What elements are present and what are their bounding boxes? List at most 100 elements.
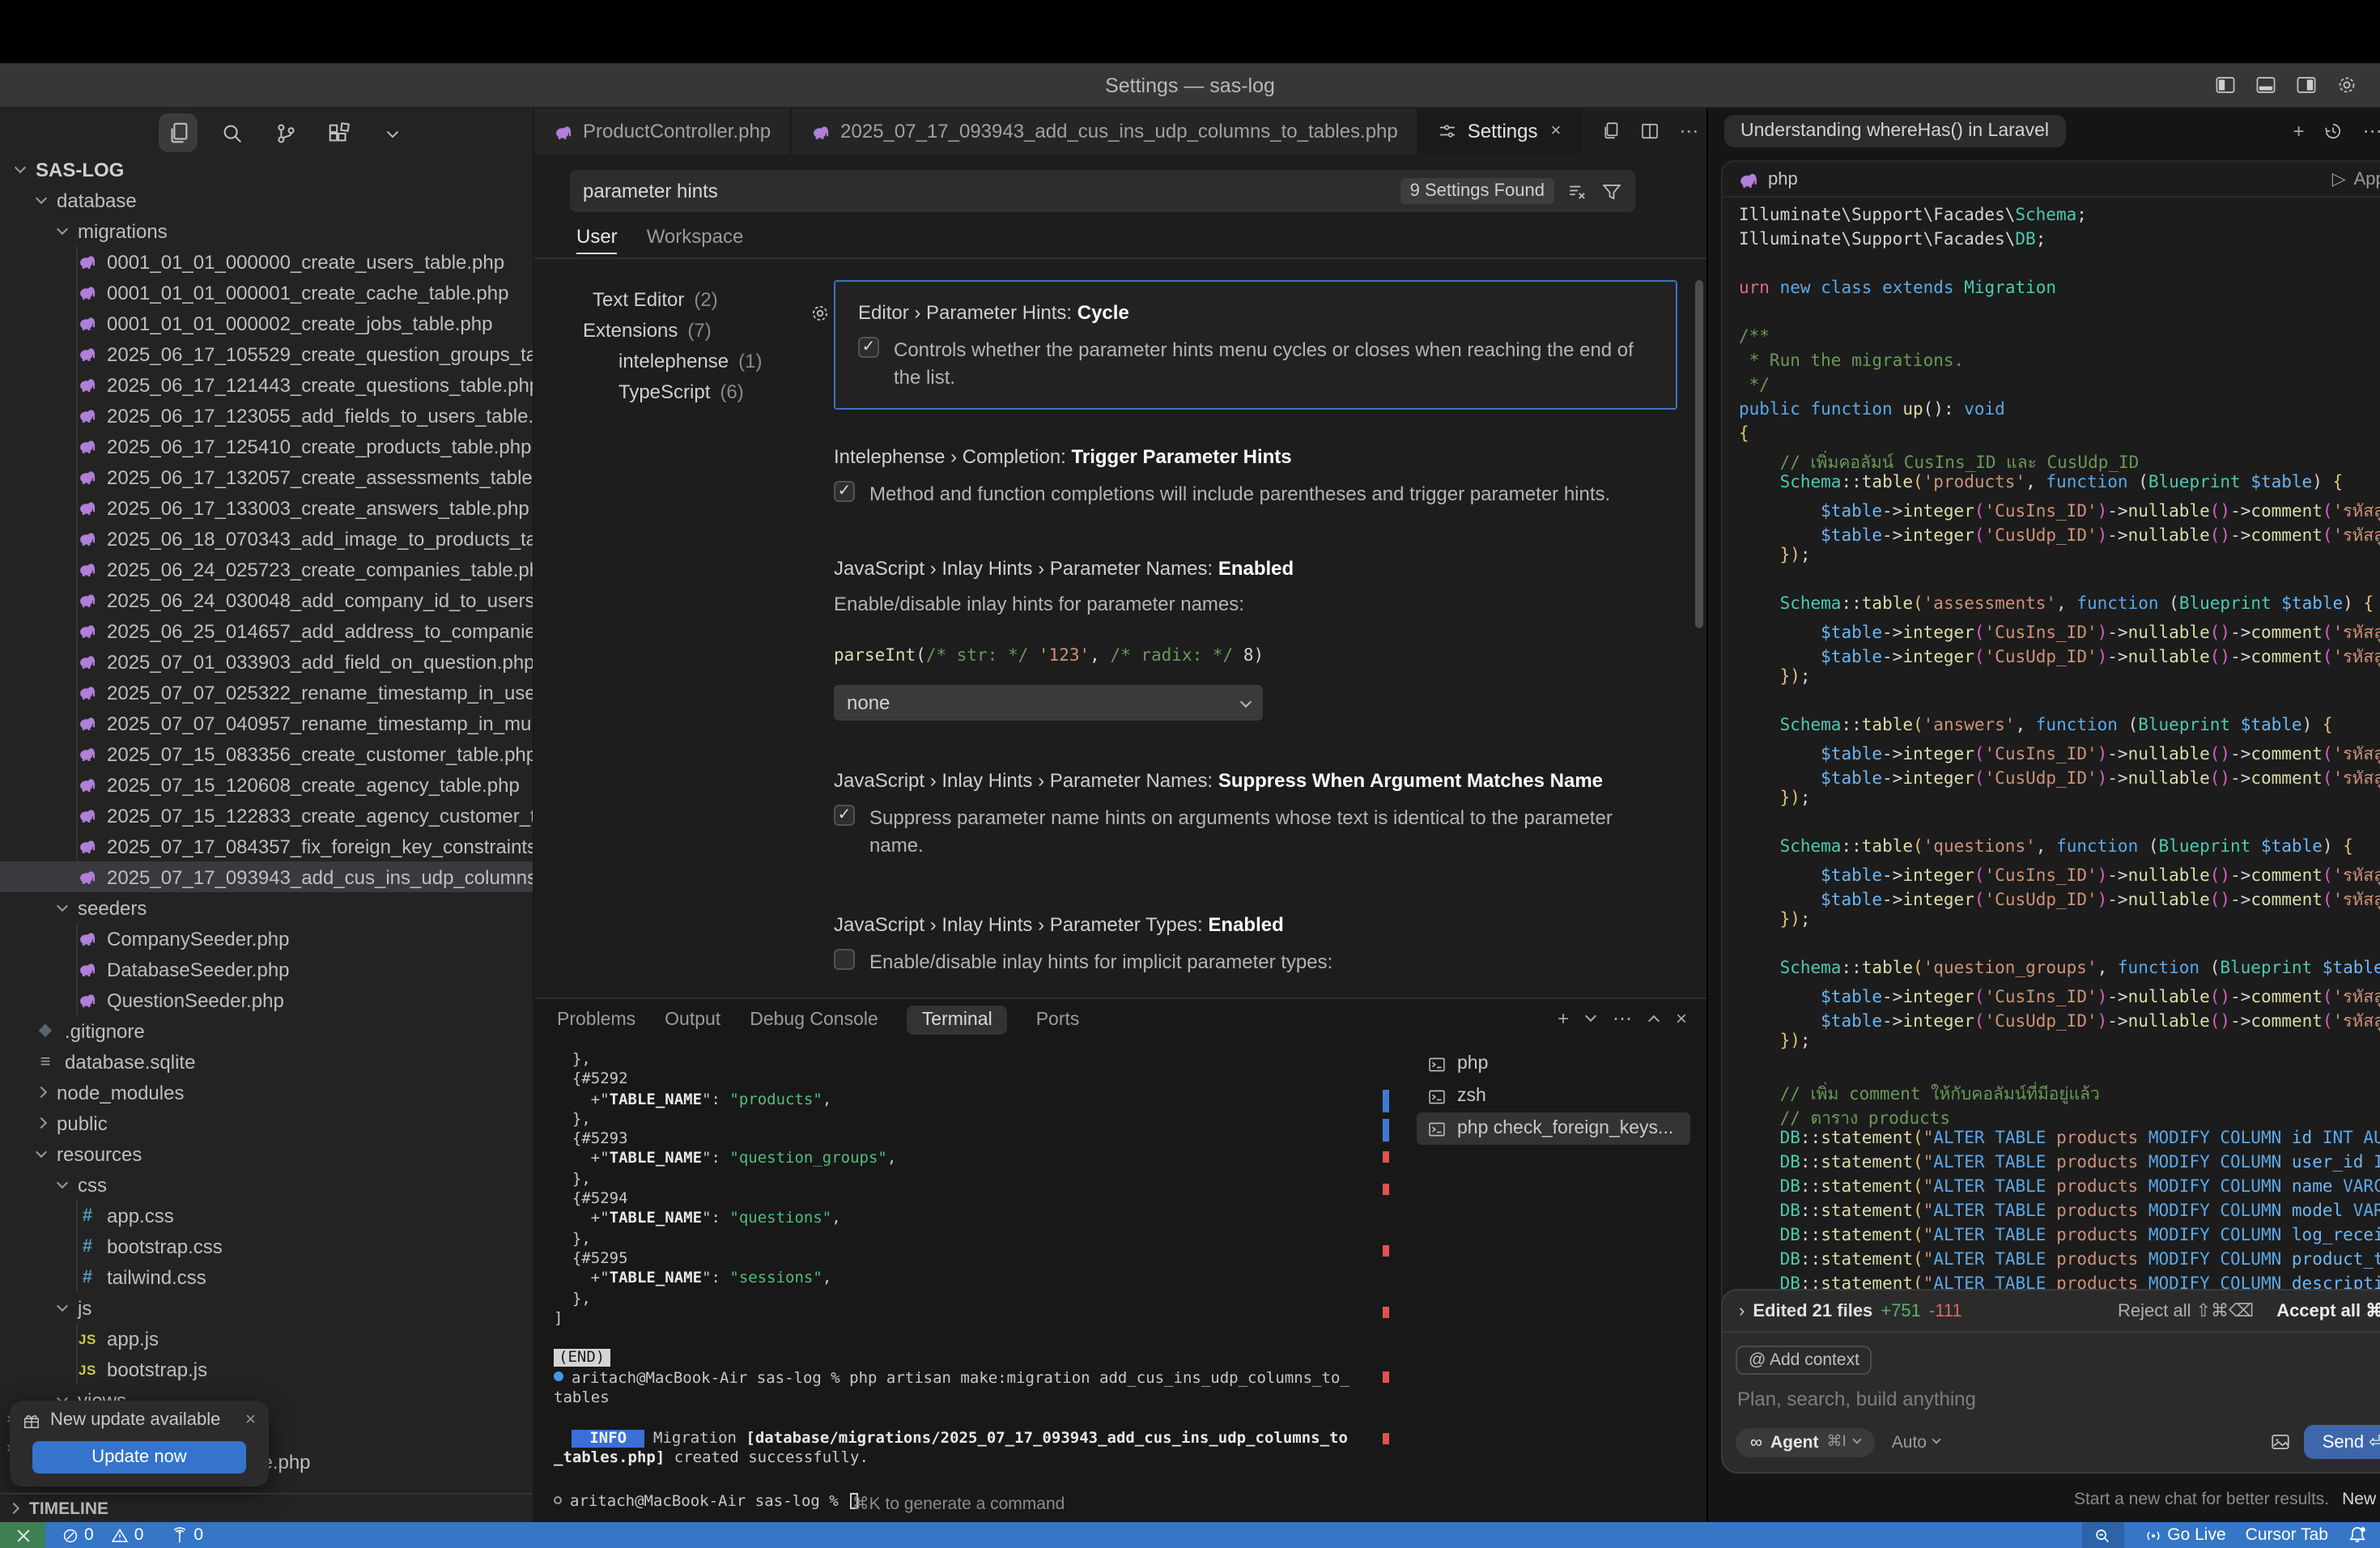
tree-folder[interactable]: migrations <box>0 215 533 246</box>
tree-folder[interactable]: node_modules <box>0 1077 533 1108</box>
tree-folder[interactable]: database <box>0 185 533 215</box>
errors-indicator[interactable]: 0 <box>62 1525 94 1545</box>
scrollbar[interactable] <box>1695 280 1703 628</box>
tree-folder[interactable]: js <box>0 1292 533 1323</box>
notifications-bell-icon[interactable] <box>2348 1525 2367 1545</box>
accept-all-button[interactable]: Accept all ⌘⏎ <box>2276 1300 2380 1321</box>
toggle-left-sidebar-icon[interactable] <box>2215 74 2236 96</box>
split-editor-icon[interactable] <box>1640 121 1660 141</box>
chat-input-placeholder[interactable]: Plan, search, build anything <box>1723 1375 2380 1410</box>
toggle-bottom-panel-icon[interactable] <box>2255 74 2276 96</box>
parameter-names-select[interactable]: none <box>834 685 1263 721</box>
apply-button[interactable]: ▷ Apply <box>2332 168 2380 189</box>
close-panel-icon[interactable]: × <box>1676 1007 1687 1030</box>
panel-tab-problems[interactable]: Problems <box>557 1010 635 1030</box>
tree-folder[interactable]: public <box>0 1108 533 1138</box>
tree-item[interactable]: #app.css <box>0 1200 533 1231</box>
tree-folder[interactable]: SAS-LOG <box>0 154 533 185</box>
clear-filter-icon[interactable] <box>1567 181 1588 202</box>
chat-tab-title[interactable]: Understanding whereHas() in Laravel <box>1724 115 2065 147</box>
remote-indicator[interactable] <box>0 1522 45 1548</box>
tree-item[interactable]: 2025_07_07_040957_rename_timestamp_in_mu… <box>0 708 533 738</box>
panel-tab-terminal[interactable]: Terminal <box>907 1006 1007 1035</box>
setting-js-suppress-when-argument-matches-name[interactable]: JavaScript › Inlay Hints › Parameter Nam… <box>834 769 1677 858</box>
more-icon[interactable]: ⋯ <box>2363 120 2380 142</box>
chevron-down-icon[interactable] <box>372 113 411 152</box>
tree-item[interactable]: DatabaseSeeder.php <box>0 954 533 985</box>
close-tab-icon[interactable]: × <box>1550 121 1561 141</box>
setting-js-inlay-hints-parameter-types[interactable]: JavaScript › Inlay Hints › Parameter Typ… <box>834 913 1677 976</box>
attach-image-icon[interactable] <box>2271 1431 2292 1452</box>
tree-item[interactable]: ◆.gitignore <box>0 1015 533 1046</box>
tree-item[interactable]: 2025_07_17_093943_add_cus_ins_udp_column… <box>0 861 533 892</box>
new-chat-plus-icon[interactable]: + <box>2293 120 2305 142</box>
tree-item[interactable]: 2025_07_17_084357_fix_foreign_key_constr… <box>0 831 533 861</box>
tree-item[interactable]: ≡database.sqlite <box>0 1046 533 1077</box>
settings-gear-icon[interactable] <box>2336 74 2357 96</box>
checkbox[interactable] <box>858 337 879 358</box>
checkbox[interactable] <box>834 949 855 970</box>
timeline-section[interactable]: TIMELINE <box>0 1493 533 1522</box>
search-icon[interactable] <box>212 113 251 152</box>
source-control-icon[interactable] <box>266 113 304 152</box>
extensions-icon[interactable] <box>319 113 358 152</box>
reject-all-button[interactable]: Reject all ⇧⌘⌫ <box>2118 1300 2254 1321</box>
toc-item[interactable]: TypeScript(6) <box>573 376 816 406</box>
setting-gear-icon[interactable] <box>810 303 831 324</box>
tree-item[interactable]: JSapp.js <box>0 1323 533 1354</box>
more-icon[interactable]: ⋯ <box>1679 120 1698 142</box>
tree-item[interactable]: 2025_06_17_125410_create_products_table.… <box>0 431 533 461</box>
tree-item[interactable]: 0001_01_01_000002_create_jobs_table.php <box>0 308 533 338</box>
warnings-indicator[interactable]: 0 <box>110 1525 144 1545</box>
panel-tab-debug-console[interactable]: Debug Console <box>750 1010 878 1030</box>
tree-item[interactable]: CompanySeeder.php <box>0 923 533 954</box>
tree-item[interactable]: 2025_07_15_120608_create_agency_table.ph… <box>0 769 533 800</box>
tree-item[interactable]: 2025_06_17_132057_create_assessments_tab… <box>0 461 533 492</box>
toc-item[interactable]: Extensions(7) <box>573 314 816 345</box>
close-icon[interactable]: × <box>245 1410 256 1430</box>
checkbox[interactable] <box>834 481 855 502</box>
tree-folder[interactable]: css <box>0 1169 533 1200</box>
add-context-button[interactable]: @ Add context <box>1736 1346 1872 1375</box>
tree-item[interactable]: #bootstrap.css <box>0 1231 533 1261</box>
tree-item[interactable]: 2025_06_18_070343_add_image_to_products_… <box>0 523 533 554</box>
terminal-profile-chevron-icon[interactable] <box>1585 1010 1596 1022</box>
settings-search-input[interactable]: parameter hints 9 Settings Found <box>570 170 1635 212</box>
forwarded-ports-indicator[interactable]: 0 <box>169 1525 203 1545</box>
tab-workspace[interactable]: Workspace <box>647 225 744 253</box>
tree-item[interactable]: 2025_07_07_025322_rename_timestamp_in_us… <box>0 677 533 708</box>
panel-tab-ports[interactable]: Ports <box>1036 1010 1080 1030</box>
panel-tab-output[interactable]: Output <box>665 1010 720 1030</box>
zoom-indicator[interactable] <box>2081 1522 2123 1548</box>
tree-item[interactable]: 2025_06_17_123055_add_fields_to_users_ta… <box>0 400 533 431</box>
explorer-icon[interactable] <box>159 113 198 152</box>
tree-item[interactable]: 2025_06_17_105529_create_question_groups… <box>0 338 533 369</box>
go-live-button[interactable]: Go Live <box>2143 1525 2225 1545</box>
tree-item[interactable]: 2025_07_15_122833_create_agency_customer… <box>0 800 533 831</box>
maximize-panel-icon[interactable] <box>1648 1015 1660 1027</box>
terminal-output[interactable]: }, {#5292 +"TABLE_NAME": "products", }, … <box>554 1051 1371 1509</box>
new-chat-link[interactable]: New chat <box>2342 1490 2380 1509</box>
setting-editor-parameter-hints-cycle[interactable]: Editor › Parameter Hints: Cycle Controls… <box>834 280 1677 410</box>
checkbox[interactable] <box>834 805 855 826</box>
tree-item[interactable]: QuestionSeeder.php <box>0 985 533 1015</box>
chevron-icon[interactable]: › <box>1739 1301 1745 1320</box>
model-selector[interactable]: Auto <box>1892 1432 1940 1452</box>
editor-tab[interactable]: Settings× <box>1419 108 1583 154</box>
tree-item[interactable]: 2025_06_17_133003_create_answers_table.p… <box>0 492 533 523</box>
tree-item[interactable]: 0001_01_01_000000_create_users_table.php <box>0 246 533 277</box>
toggle-right-sidebar-icon[interactable] <box>2296 74 2317 96</box>
agent-mode-selector[interactable]: ∞Agent ⌘I <box>1736 1427 1876 1457</box>
editor-tab[interactable]: ProductController.php <box>534 108 792 154</box>
setting-js-inlay-hints-parameter-names[interactable]: JavaScript › Inlay Hints › Parameter Nam… <box>834 556 1677 721</box>
tree-item[interactable]: #tailwind.css <box>0 1261 533 1292</box>
setting-intelephense-trigger-parameter-hints[interactable]: Intelephense › Completion: Trigger Param… <box>834 445 1677 508</box>
history-icon[interactable] <box>2324 121 2344 141</box>
toc-item[interactable]: intelephense(1) <box>573 345 816 376</box>
update-now-button[interactable]: Update now <box>32 1441 246 1474</box>
terminal-instance[interactable]: php check_foreign_keys... <box>1417 1112 1690 1145</box>
toc-item[interactable]: Text Editor(2) <box>573 283 816 314</box>
tree-item[interactable]: 2025_06_24_030048_add_company_id_to_user… <box>0 585 533 615</box>
tree-item[interactable]: JSbootstrap.js <box>0 1354 533 1384</box>
tree-folder[interactable]: seeders <box>0 892 533 923</box>
